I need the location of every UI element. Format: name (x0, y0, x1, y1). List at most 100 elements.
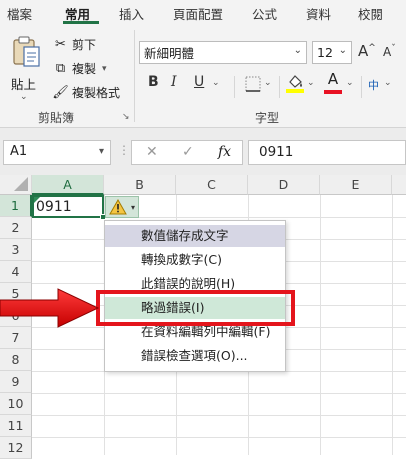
italic-button[interactable]: I (171, 74, 177, 90)
chevron-down-icon[interactable]: ⌄ (384, 78, 392, 88)
copy-label: 複製 (72, 62, 97, 76)
name-box[interactable]: A1 ▾ (3, 140, 111, 165)
row-header-12[interactable]: 12 (0, 437, 32, 459)
chevron-down-icon[interactable]: ⌄ (264, 78, 272, 88)
row-header-2[interactable]: 2 (0, 217, 32, 239)
clipboard-group-label: 剪貼簿 (38, 111, 75, 125)
font-color-icon: A (327, 70, 339, 88)
row-header-3[interactable]: 3 (0, 239, 32, 261)
chevron-down-icon: ⌄ (293, 45, 302, 56)
chevron-down-icon[interactable]: ⌄ (346, 78, 354, 88)
drag-handle-icon[interactable]: ⋮ (118, 143, 130, 157)
select-all-icon (14, 177, 28, 191)
chevron-down-icon[interactable]: ⌄ (212, 78, 220, 88)
separator (234, 76, 235, 98)
chevron-down-icon[interactable]: ⌄ (307, 78, 315, 88)
decrease-font-size-button[interactable]: Aˇ (383, 44, 396, 59)
paste-label: 貼上 (11, 77, 37, 92)
gridline (32, 393, 406, 394)
font-size-select[interactable]: 12 ⌄ (312, 41, 352, 64)
fill-color-button[interactable] (285, 72, 305, 98)
column-header-c[interactable]: C (176, 175, 248, 195)
cell-a1-value: 0911 (36, 199, 72, 215)
row-header-9[interactable]: 9 (0, 371, 32, 393)
font-name-value: 新細明體 (144, 46, 195, 61)
font-size-value: 12 (317, 45, 333, 60)
row-header-10[interactable]: 10 (0, 393, 32, 415)
copy-icon: ⧉ (55, 61, 66, 76)
column-header-d[interactable]: D (248, 175, 320, 195)
bold-button[interactable]: B (148, 74, 159, 90)
row-header-11[interactable]: 11 (0, 415, 32, 437)
tab-data[interactable]: 資料 (306, 4, 331, 23)
worksheet-grid: A B C D E 1 2 3 4 5 6 7 8 9 10 11 12 091… (0, 175, 406, 459)
dialog-launcher-icon[interactable]: ↘ (122, 112, 130, 122)
row-header-7[interactable]: 7 (0, 327, 32, 349)
menu-item-convert-to-number[interactable]: 轉換成數字(C) (105, 249, 285, 271)
font-group-label: 字型 (255, 111, 280, 125)
row-header-8[interactable]: 8 (0, 349, 32, 371)
gridline (32, 415, 406, 416)
enter-icon[interactable]: ✓ (182, 144, 194, 160)
name-box-value: A1 (10, 144, 28, 159)
chevron-down-icon: ⌄ (20, 92, 28, 102)
phonetic-guide-button[interactable]: 中 (368, 77, 379, 93)
red-arrow-icon (0, 288, 100, 328)
cut-button[interactable]: ✂ 剪下 (52, 36, 96, 53)
row-header-4[interactable]: 4 (0, 261, 32, 283)
group-divider (134, 30, 135, 122)
paste-icon (13, 36, 40, 67)
ribbon-tab-bar: 檔案 常用 插入 頁面配置 公式 資料 校閱 (0, 0, 406, 24)
highlight-color-swatch (286, 89, 304, 93)
separator (361, 76, 362, 98)
column-header-b[interactable]: B (104, 175, 176, 195)
menu-item-error-checking-options[interactable]: 錯誤檢查選項(O)... (105, 345, 285, 367)
formula-bar-row: A1 ▾ ⋮ ✕ ✓ fx 0911 (0, 128, 406, 175)
format-painter-label: 複製格式 (72, 86, 121, 100)
paintbrush-icon: 🖌 (52, 85, 69, 100)
gridline (392, 195, 393, 455)
format-painter-button[interactable]: 🖌 複製格式 (52, 84, 120, 101)
warning-icon (109, 199, 127, 215)
font-color-swatch (324, 90, 342, 94)
ribbon-home: 貼上 ⌄ ✂ 剪下 ⧉ 複製 ▾ 🖌 複製格式 剪貼簿 ↘ 新細明體 ⌄ 12 ⌄ A… (0, 24, 406, 128)
shrink-font-icon: A (383, 45, 392, 59)
chevron-down-icon: ⌄ (338, 45, 347, 56)
separator (279, 76, 280, 98)
error-check-button[interactable]: ▾ (105, 196, 139, 218)
copy-button[interactable]: ⧉ 複製 ▾ (52, 60, 107, 77)
insert-function-button[interactable]: fx (218, 144, 231, 160)
chevron-down-icon: ▾ (131, 202, 136, 212)
column-header-f[interactable] (392, 175, 406, 195)
font-color-button[interactable]: A (323, 70, 343, 98)
paint-bucket-icon (286, 75, 304, 93)
tab-page-layout[interactable]: 頁面配置 (173, 4, 223, 23)
formula-input[interactable]: 0911 (248, 140, 406, 165)
gridline (32, 437, 406, 438)
cut-label: 剪下 (72, 38, 97, 52)
tab-insert[interactable]: 插入 (119, 4, 144, 23)
scissors-icon: ✂ (55, 37, 66, 52)
gridline (320, 195, 321, 455)
chevron-down-icon[interactable]: ▾ (102, 64, 107, 74)
phonetic-icon: 中 (368, 79, 379, 92)
borders-button[interactable] (244, 75, 264, 97)
tab-file[interactable]: 檔案 (7, 4, 32, 23)
error-indicator-icon (34, 197, 40, 203)
row-header-1[interactable]: 1 (0, 195, 32, 217)
grow-font-icon: A (358, 42, 369, 60)
column-header-a[interactable]: A (32, 175, 104, 195)
increase-font-size-button[interactable]: A^ (358, 42, 376, 60)
formula-buttons: ✕ ✓ fx (131, 140, 243, 165)
column-header-e[interactable]: E (320, 175, 392, 195)
paste-button[interactable]: 貼上 ⌄ (10, 34, 46, 102)
cell-a1[interactable]: 0911 (32, 195, 106, 220)
tab-review[interactable]: 校閱 (358, 4, 383, 23)
underline-button[interactable]: U (194, 74, 204, 90)
cancel-icon[interactable]: ✕ (146, 144, 158, 160)
borders-icon (245, 76, 261, 92)
select-all-corner[interactable] (0, 175, 32, 195)
font-name-select[interactable]: 新細明體 ⌄ (139, 41, 307, 64)
tab-formulas[interactable]: 公式 (252, 4, 277, 23)
chevron-down-icon: ▾ (98, 146, 104, 157)
